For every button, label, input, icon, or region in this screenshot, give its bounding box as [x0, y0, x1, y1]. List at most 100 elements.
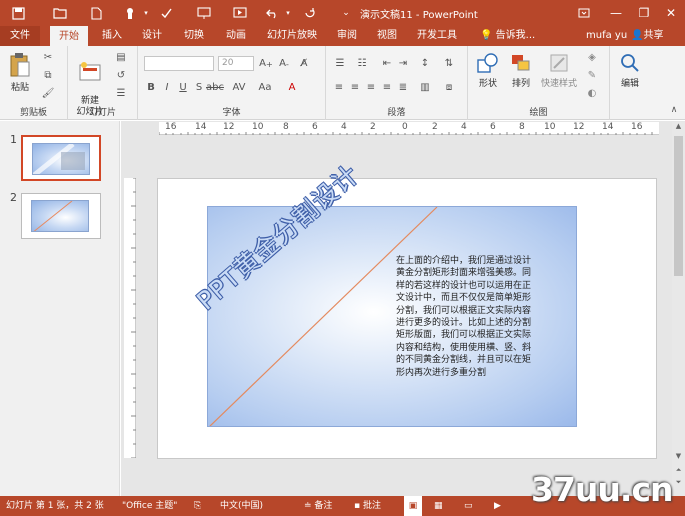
vertical-scrollbar[interactable]: ▲ ▼ ⏶ ⏷ — [672, 122, 685, 496]
font-color-icon[interactable]: A — [284, 80, 300, 94]
paste-button[interactable]: 粘贴 — [6, 52, 34, 93]
close-button[interactable]: ✕ — [657, 0, 685, 26]
restore-button[interactable]: ❐ — [630, 0, 658, 26]
numbering-icon[interactable]: ☷ — [354, 56, 370, 70]
save-icon[interactable] — [8, 3, 28, 23]
spelling-check-icon[interactable] — [156, 3, 176, 23]
tab-transitions[interactable]: 切换 — [176, 26, 212, 46]
collapse-ribbon-icon[interactable]: ∧ — [668, 104, 680, 116]
watermark-logo: 37uu.cn — [531, 470, 673, 509]
shapes-button[interactable]: 形状 — [474, 52, 502, 89]
justify-icon[interactable]: ≡ — [380, 80, 394, 94]
align-right-icon[interactable]: ≡ — [364, 80, 378, 94]
bold-icon[interactable]: B — [144, 80, 158, 94]
tab-insert[interactable]: 插入 — [94, 26, 130, 46]
tab-review[interactable]: 审阅 — [330, 26, 364, 46]
text-direction-icon[interactable]: ⇅ — [442, 56, 456, 70]
thumbnail-diagonal-graphic — [33, 201, 73, 231]
cut-icon[interactable]: ✂ — [40, 50, 56, 64]
bullets-icon[interactable]: ☰ — [332, 56, 348, 70]
slide-thumbnail-1[interactable] — [21, 135, 101, 181]
quick-styles-icon — [550, 54, 568, 72]
body-line: 文设计中，而且不仅仅是简单矩形 — [396, 293, 532, 304]
shape-outline-icon[interactable]: ✎ — [584, 68, 600, 82]
tab-design[interactable]: 设计 — [134, 26, 170, 46]
tell-me-label: 告诉我... — [495, 30, 536, 41]
next-slide-icon[interactable]: ⏷ — [674, 478, 683, 488]
shrink-font-icon[interactable]: A- — [276, 56, 292, 71]
font-group-label: 字体 — [222, 108, 241, 118]
arrange-button[interactable]: 排列 — [506, 52, 536, 89]
tell-me-box[interactable]: 💡 告诉我... — [480, 26, 535, 46]
notes-icon: ≐ — [304, 501, 315, 511]
tab-slideshow[interactable]: 幻灯片放映 — [262, 26, 322, 46]
scroll-down-icon[interactable]: ▼ — [674, 452, 683, 462]
shape-effects-icon[interactable]: ◐ — [584, 86, 600, 100]
decrease-indent-icon[interactable]: ⇤ — [380, 56, 394, 70]
dropdown-arrow-icon[interactable]: ▾ — [136, 3, 156, 23]
accessibility-icon[interactable]: ⎘ — [194, 496, 201, 516]
tab-developer[interactable]: 开发工具 — [412, 26, 462, 46]
editing-button[interactable]: 编辑 — [614, 52, 646, 89]
presentation-start-icon[interactable] — [194, 3, 214, 23]
ruler-label: 12 — [573, 122, 585, 132]
char-spacing-icon[interactable]: AV — [232, 80, 246, 94]
layout-icon[interactable]: ▤ — [112, 50, 130, 64]
clear-format-icon[interactable]: A̸ — [296, 56, 312, 71]
slide-thumbnail-2[interactable] — [21, 193, 101, 239]
user-name[interactable]: mufa yu — [586, 26, 627, 46]
smartart-icon[interactable]: ⧈ — [442, 80, 456, 94]
notes-button[interactable]: ≐ 备注 — [304, 496, 332, 516]
reading-view-icon[interactable]: ▭ — [464, 496, 473, 516]
align-left-icon[interactable]: ≡ — [332, 80, 346, 94]
minimize-button[interactable]: — — [602, 0, 630, 26]
customize-toolbar-icon[interactable]: ⌄ — [336, 3, 356, 23]
slideshow-view-icon[interactable]: ▶ — [494, 496, 501, 516]
comments-label: 批注 — [362, 501, 381, 511]
distribute-icon[interactable]: ≣ — [396, 80, 410, 94]
underline-icon[interactable]: U — [176, 80, 190, 94]
copy-icon[interactable]: ⧉ — [40, 68, 56, 82]
tab-view[interactable]: 视图 — [370, 26, 404, 46]
strikethrough-icon[interactable]: abc — [206, 80, 224, 94]
grow-font-icon[interactable]: A + — [258, 56, 274, 71]
reset-icon[interactable]: ↺ — [112, 68, 130, 82]
ruler-label: 16 — [165, 122, 177, 132]
change-case-icon[interactable]: Aa — [256, 80, 274, 94]
ribbon: 粘贴 ✂ ⧉ 🖌 剪贴板 新建 幻灯片 ▤ ↺ ☰ 幻灯片 20 A + A- A… — [0, 46, 685, 120]
font-size-combo[interactable]: 20 — [218, 56, 254, 71]
tab-file[interactable]: 文件 — [0, 26, 40, 46]
font-name-combo[interactable] — [144, 56, 214, 71]
italic-icon[interactable]: I — [160, 80, 174, 94]
comments-button[interactable]: ▪ 批注 — [354, 496, 381, 516]
section-icon[interactable]: ☰ — [112, 86, 130, 100]
previous-slide-icon[interactable]: ⏶ — [674, 466, 683, 476]
drawing-group-label: 绘图 — [529, 108, 548, 118]
new-file-icon[interactable] — [86, 3, 106, 23]
slideshow-icon[interactable] — [230, 3, 250, 23]
slide-body-text[interactable]: 在上面的介绍中，我们是通过设计 黄金分割矩形封面来增强美感。同 样的若这样的设计… — [396, 255, 554, 379]
body-line: 内容和结构，使用使用横、竖、斜 — [396, 342, 532, 353]
increase-indent-icon[interactable]: ⇥ — [396, 56, 410, 70]
format-painter-icon[interactable]: 🖌 — [40, 86, 56, 100]
scroll-thumb[interactable] — [674, 136, 683, 276]
ribbon-display-icon[interactable] — [570, 0, 598, 26]
align-center-icon[interactable]: ≡ — [348, 80, 362, 94]
columns-icon[interactable]: ▥ — [418, 80, 432, 94]
share-button[interactable]: 👤共享 — [631, 26, 663, 46]
language-status[interactable]: 中文(中国) — [220, 496, 263, 516]
normal-view-icon[interactable]: ▣ — [404, 496, 422, 516]
arrange-label: 排列 — [511, 79, 530, 89]
tab-animations[interactable]: 动画 — [218, 26, 254, 46]
redo-icon[interactable] — [300, 3, 320, 23]
undo-dropdown-icon[interactable]: ▾ — [278, 3, 298, 23]
tab-home[interactable]: 开始 — [50, 26, 88, 46]
slide-sorter-icon[interactable]: ▦ — [434, 496, 443, 516]
quick-styles-button[interactable]: 快速样式 — [538, 52, 580, 89]
line-spacing-icon[interactable]: ↕ — [418, 56, 432, 70]
scroll-up-icon[interactable]: ▲ — [674, 122, 683, 132]
shape-fill-icon[interactable]: ◈ — [584, 50, 600, 64]
open-folder-icon[interactable] — [50, 3, 70, 23]
shadow-icon[interactable]: S — [192, 80, 206, 94]
drawing-group: 形状 排列 快速样式 ◈ ✎ ◐ 绘图 — [468, 46, 610, 120]
